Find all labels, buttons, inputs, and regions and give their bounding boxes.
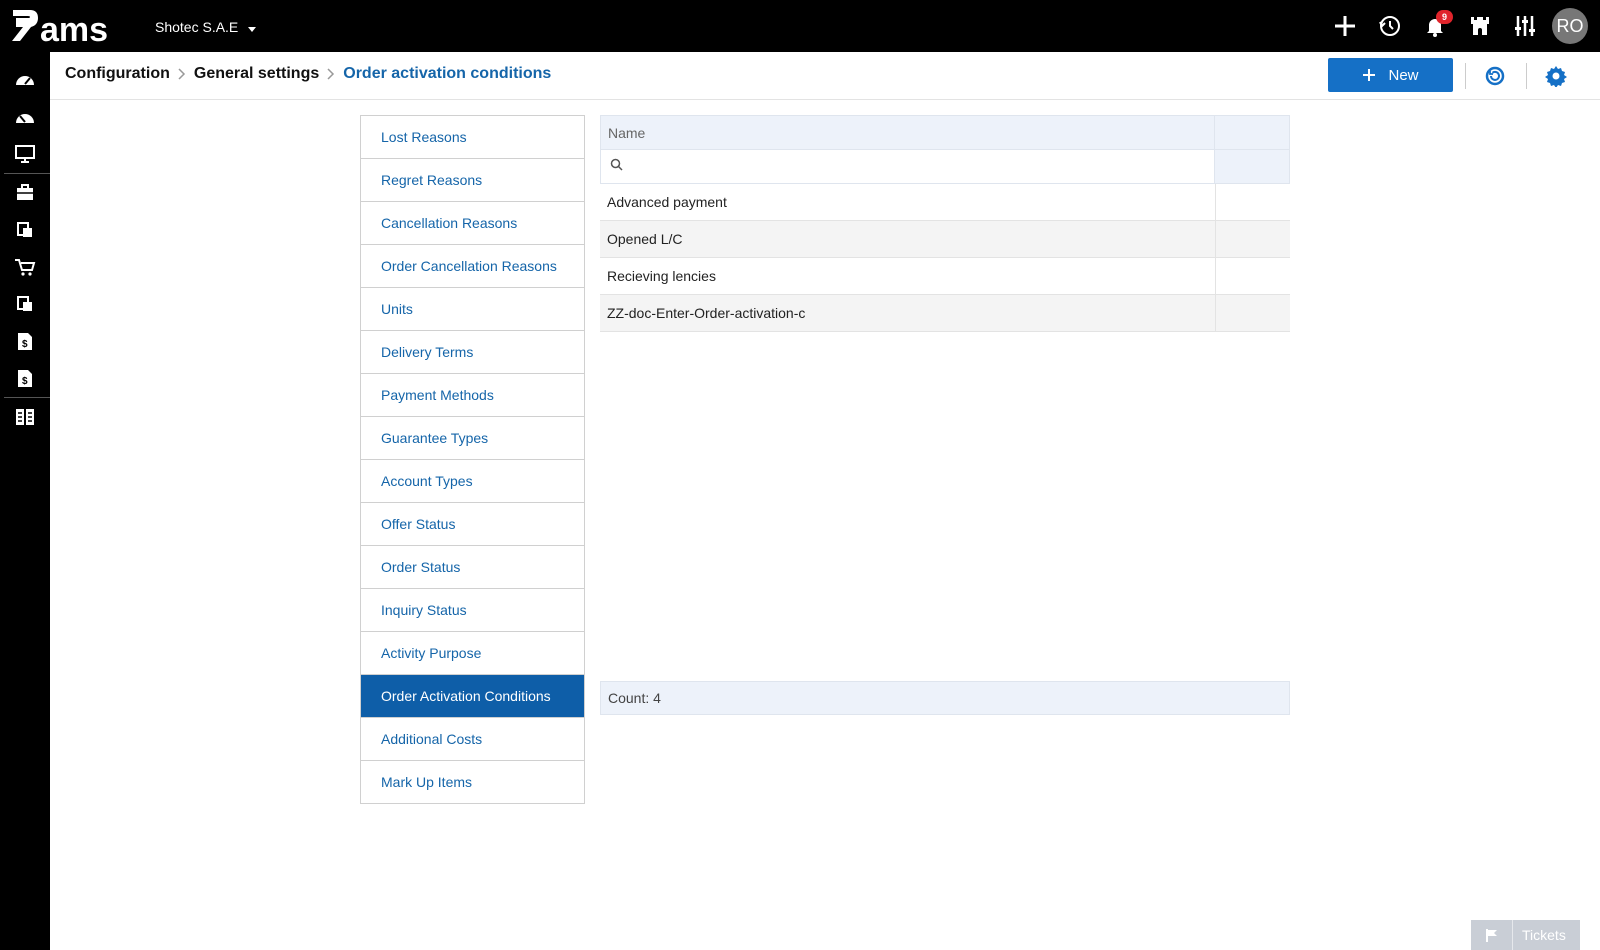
left-rail: $ $	[0, 52, 50, 950]
chevron-right-icon	[178, 68, 186, 80]
notification-badge: 9	[1436, 10, 1453, 24]
table-row[interactable]: Advanced payment	[600, 184, 1290, 221]
name-filter-input[interactable]	[629, 152, 1214, 181]
menu-item-regret-reasons[interactable]: Regret Reasons	[361, 159, 584, 202]
menu-item-units[interactable]: Units	[361, 288, 584, 331]
cell-name: ZZ-doc-Enter-Order-activation-c	[600, 295, 1216, 331]
page-header: Configuration General settings Order act…	[50, 52, 1600, 100]
tickets-button[interactable]: Tickets	[1471, 920, 1580, 950]
column-header-extra	[1215, 116, 1289, 149]
flag-icon	[1471, 920, 1513, 950]
plus-icon[interactable]	[1322, 0, 1367, 52]
avatar[interactable]: RO	[1552, 8, 1588, 44]
history-icon[interactable]	[1367, 0, 1412, 52]
breadcrumb-general-settings[interactable]: General settings	[194, 65, 319, 83]
column-header-name[interactable]: Name	[601, 116, 1215, 149]
chevron-right-icon	[327, 68, 335, 80]
documents-icon[interactable]	[0, 213, 50, 247]
cart-icon[interactable]	[0, 250, 50, 284]
filter-cell-extra	[1215, 150, 1289, 183]
svg-text:ams: ams	[40, 11, 108, 46]
menu-item-order-cancellation-reasons[interactable]: Order Cancellation Reasons	[361, 245, 584, 288]
plus-icon	[1362, 68, 1376, 82]
menu-item-activity-purpose[interactable]: Activity Purpose	[361, 632, 584, 675]
cell-name: Recieving lencies	[600, 258, 1216, 294]
grid-footer-count: Count: 4	[600, 681, 1290, 715]
documents-icon[interactable]	[0, 287, 50, 321]
menu-item-guarantee-types[interactable]: Guarantee Types	[361, 417, 584, 460]
cell-name: Opened L/C	[600, 221, 1216, 257]
svg-text:$: $	[22, 376, 28, 387]
castle-icon[interactable]	[1457, 0, 1502, 52]
settings-menu: Lost Reasons Regret Reasons Cancellation…	[360, 115, 585, 804]
data-grid: Name Advanced payment Opened L/C Recievi…	[600, 115, 1290, 332]
sliders-icon[interactable]	[1502, 0, 1547, 52]
cell-name: Advanced payment	[600, 184, 1216, 220]
menu-item-additional-costs[interactable]: Additional Costs	[361, 718, 584, 761]
cell-extra	[1216, 221, 1290, 257]
new-button[interactable]: New	[1328, 58, 1453, 92]
table-row[interactable]: Opened L/C	[600, 221, 1290, 258]
cell-extra	[1216, 295, 1290, 331]
company-selector[interactable]: Shotec S.A.E	[155, 19, 257, 35]
menu-item-mark-up-items[interactable]: Mark Up Items	[361, 761, 584, 803]
invoice-icon[interactable]: $	[0, 324, 50, 358]
top-bar: ams Shotec S.A.E 9 RO	[0, 0, 1600, 52]
menu-item-inquiry-status[interactable]: Inquiry Status	[361, 589, 584, 632]
breadcrumb: Configuration General settings Order act…	[65, 65, 551, 83]
grid-filter-row	[600, 150, 1290, 184]
page-title: Order activation conditions	[343, 65, 552, 82]
monitor-icon[interactable]	[0, 137, 50, 171]
company-name: Shotec S.A.E	[155, 19, 239, 35]
svg-text:$: $	[22, 339, 28, 350]
grid-header: Name	[600, 115, 1290, 150]
briefcase-icon[interactable]	[0, 176, 50, 210]
menu-item-order-activation-conditions[interactable]: Order Activation Conditions	[361, 675, 584, 718]
cell-extra	[1216, 258, 1290, 294]
gear-icon[interactable]	[1544, 64, 1568, 88]
filter-cell	[601, 150, 1215, 183]
breadcrumb-configuration[interactable]: Configuration	[65, 65, 170, 83]
cell-extra	[1216, 184, 1290, 220]
chevron-down-icon	[248, 26, 257, 32]
refresh-icon[interactable]	[1483, 64, 1507, 88]
app-logo[interactable]: ams	[10, 6, 130, 46]
menu-item-offer-status[interactable]: Offer Status	[361, 503, 584, 546]
bell-icon[interactable]: 9	[1412, 0, 1457, 52]
tickets-label: Tickets	[1522, 927, 1566, 943]
dashboard-icon[interactable]	[0, 62, 50, 96]
menu-item-account-types[interactable]: Account Types	[361, 460, 584, 503]
table-row[interactable]: ZZ-doc-Enter-Order-activation-c	[600, 295, 1290, 332]
menu-item-payment-methods[interactable]: Payment Methods	[361, 374, 584, 417]
dashboard-icon[interactable]	[0, 100, 50, 134]
menu-item-lost-reasons[interactable]: Lost Reasons	[361, 116, 584, 159]
search-icon	[610, 158, 623, 176]
menu-item-delivery-terms[interactable]: Delivery Terms	[361, 331, 584, 374]
invoice-icon[interactable]: $	[0, 361, 50, 395]
grid-icon[interactable]	[0, 400, 50, 434]
new-button-label: New	[1388, 66, 1419, 84]
menu-item-cancellation-reasons[interactable]: Cancellation Reasons	[361, 202, 584, 245]
menu-item-order-status[interactable]: Order Status	[361, 546, 584, 589]
table-row[interactable]: Recieving lencies	[600, 258, 1290, 295]
